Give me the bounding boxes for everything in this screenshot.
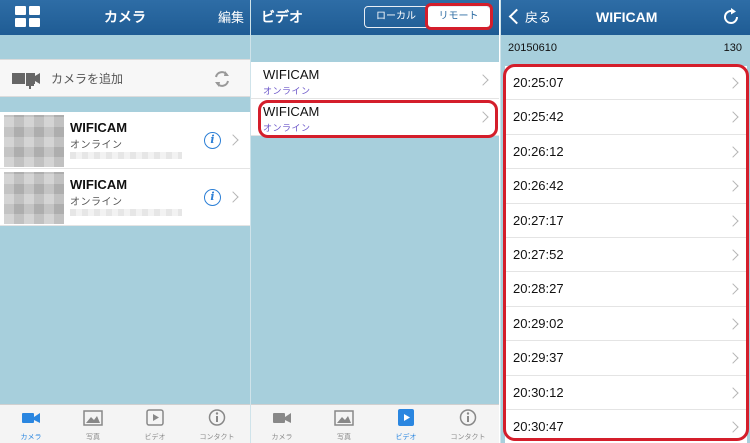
back-button[interactable]: 戻る <box>501 0 556 35</box>
highlight-annotation <box>258 100 498 138</box>
page-title: ビデオ <box>261 9 303 25</box>
tab-label: カメラ <box>20 434 42 441</box>
camera-thumbnail <box>4 172 64 224</box>
camera-icon <box>273 413 291 423</box>
chevron-right-icon <box>227 134 239 146</box>
date-label: 20150610 <box>508 42 557 54</box>
page-title: WIFICAM <box>596 9 658 25</box>
tab-label: コンタクト <box>450 434 486 441</box>
device-name: WIFICAM <box>263 67 320 82</box>
tab-photo[interactable]: 写真 <box>62 405 124 443</box>
camera-id-blurred <box>70 209 182 216</box>
camera-icon <box>22 413 40 423</box>
camera-status: オンライン <box>70 197 123 208</box>
photo-icon <box>83 410 103 426</box>
grid-menu-icon[interactable] <box>15 6 41 28</box>
camera-list: WIFICAM オンライン i WIFICAM オンライン i <box>0 112 250 226</box>
back-label: 戻る <box>525 10 552 25</box>
chevron-right-icon <box>227 191 239 203</box>
camera-panel: カメラ 編集 カメラを追加 WIFICAM オンライン i WIFICAM オン… <box>0 0 250 443</box>
camera-row[interactable]: WIFICAM オンライン i <box>0 169 250 226</box>
camera-navbar: カメラ 編集 <box>0 0 250 35</box>
tab-contact[interactable]: コンタクト <box>186 405 248 443</box>
camera-row[interactable]: WIFICAM オンライン i <box>0 112 250 169</box>
camera-add-icon <box>12 73 40 89</box>
info-icon[interactable]: i <box>204 132 221 149</box>
camera-id-blurred <box>70 152 182 159</box>
video-icon <box>398 409 414 426</box>
add-camera-row[interactable]: カメラを追加 <box>0 59 250 97</box>
tab-camera[interactable]: カメラ <box>251 405 313 443</box>
tab-label: 写真 <box>337 434 351 441</box>
date-header: 20150610 130 <box>501 35 750 62</box>
file-navbar: 戻る WIFICAM <box>501 0 750 35</box>
tab-bar: カメラ 写真 ビデオ コンタクト <box>251 404 499 443</box>
refresh-icon[interactable] <box>722 8 740 26</box>
tab-photo[interactable]: 写真 <box>313 405 375 443</box>
add-camera-label: カメラを追加 <box>51 72 124 86</box>
camera-thumbnail <box>4 115 64 167</box>
device-status: オンライン <box>263 86 311 96</box>
tab-bar: カメラ 写真 ビデオ コンタクト <box>0 404 250 443</box>
segment-local[interactable]: ローカル <box>365 7 427 27</box>
tab-label: 写真 <box>86 434 100 441</box>
tab-label: カメラ <box>271 434 293 441</box>
edit-button[interactable]: 編集 <box>218 0 244 35</box>
tab-label: コンタクト <box>199 434 235 441</box>
video-navbar: ビデオ ローカル リモート <box>251 0 499 35</box>
spacer-bar <box>251 35 499 59</box>
chevron-left-icon <box>508 8 525 25</box>
file-count: 130 <box>723 42 742 54</box>
page-title: カメラ <box>104 9 146 25</box>
tab-contact[interactable]: コンタクト <box>437 405 499 443</box>
refresh-icon[interactable] <box>212 69 232 89</box>
file-list-panel: 戻る WIFICAM 20150610 130 20:25:07 20:25:4… <box>500 0 750 443</box>
highlight-annotation <box>503 64 749 441</box>
highlight-annotation <box>425 3 493 30</box>
video-panel: ビデオ ローカル リモート WIFICAM オンライン WIFICAM オンライ… <box>250 0 499 443</box>
photo-icon <box>334 410 354 426</box>
chevron-right-icon <box>477 74 489 86</box>
tab-video[interactable]: ビデオ <box>375 405 437 443</box>
info-icon <box>208 409 226 426</box>
camera-name: WIFICAM <box>70 177 128 192</box>
tab-label: ビデオ <box>395 434 417 441</box>
tab-video[interactable]: ビデオ <box>124 405 186 443</box>
tab-label: ビデオ <box>144 434 166 441</box>
spacer-bar <box>0 35 250 59</box>
video-icon <box>146 409 164 426</box>
info-icon <box>459 409 477 426</box>
camera-name: WIFICAM <box>70 120 128 135</box>
tab-camera[interactable]: カメラ <box>0 405 62 443</box>
video-device-row[interactable]: WIFICAM オンライン <box>251 62 499 99</box>
info-icon[interactable]: i <box>204 189 221 206</box>
camera-status: オンライン <box>70 140 123 151</box>
